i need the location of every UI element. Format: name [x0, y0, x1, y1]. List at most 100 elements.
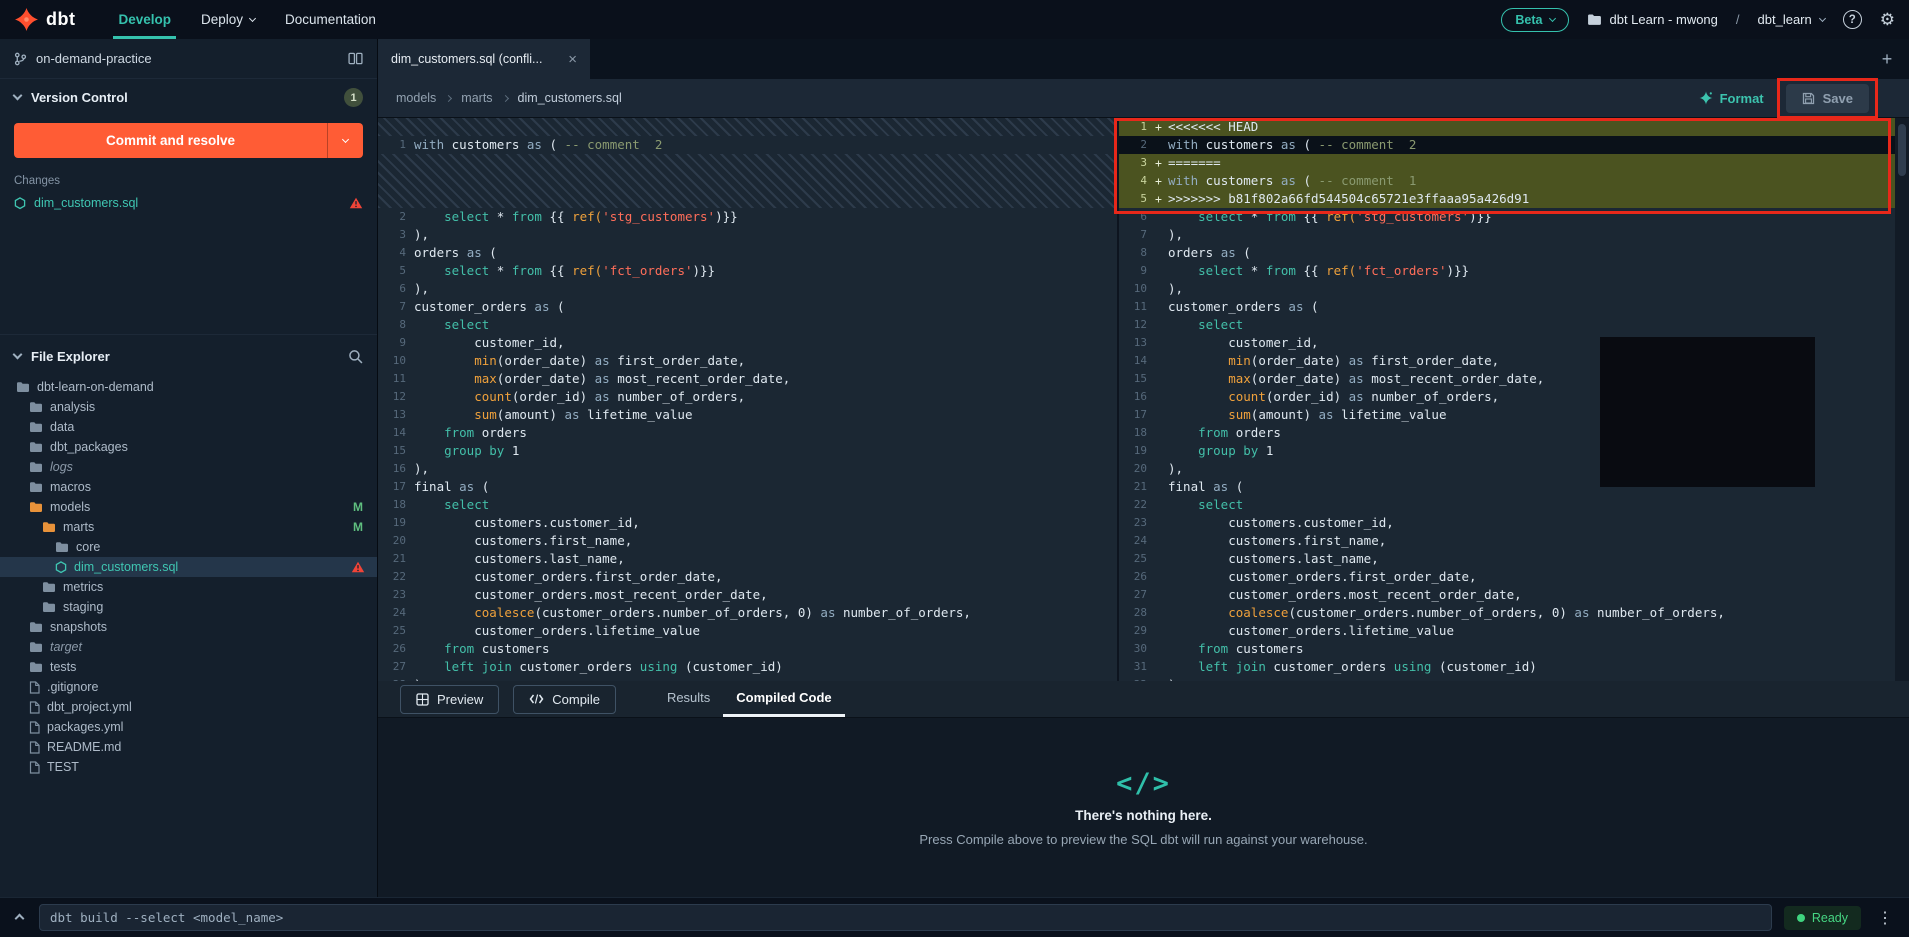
code-line[interactable]: 14 from orders: [378, 424, 1117, 442]
tree-item-logs[interactable]: logs: [0, 457, 377, 477]
tree-item-tests[interactable]: tests: [0, 657, 377, 677]
compile-button[interactable]: Compile: [513, 685, 616, 714]
code-line[interactable]: 27 customer_orders.most_recent_order_dat…: [1119, 586, 1909, 604]
preview-button[interactable]: Preview: [400, 685, 499, 714]
code-line[interactable]: 25 customers.last_name,: [1119, 550, 1909, 568]
breadcrumb-item[interactable]: marts: [461, 91, 492, 105]
tree-item-TEST[interactable]: TEST: [0, 757, 377, 777]
git-branch-selector[interactable]: on-demand-practice: [0, 39, 377, 79]
save-button[interactable]: Save: [1786, 84, 1869, 113]
code-line[interactable]: 24 coalesce(customer_orders.number_of_or…: [378, 604, 1117, 622]
changed-file[interactable]: dim_customers.sql: [0, 192, 377, 214]
code-line[interactable]: 11customer_orders as (: [1119, 298, 1909, 316]
close-icon[interactable]: ×: [568, 51, 577, 68]
code-line[interactable]: 23 customers.customer_id,: [1119, 514, 1909, 532]
search-icon[interactable]: [348, 349, 363, 364]
code-line[interactable]: 26 customer_orders.first_order_date,: [1119, 568, 1909, 586]
code-line[interactable]: 21 customers.last_name,: [378, 550, 1117, 568]
code-line[interactable]: 3),: [378, 226, 1117, 244]
code-line[interactable]: 30 from customers: [1119, 640, 1909, 658]
workspace-selector[interactable]: dbt Learn - mwong: [1587, 12, 1718, 27]
code-line[interactable]: 26 from customers: [378, 640, 1117, 658]
nav-item-deploy[interactable]: Deploy: [186, 0, 270, 39]
code-line[interactable]: 32): [1119, 676, 1909, 681]
code-line[interactable]: 22 customer_orders.first_order_date,: [378, 568, 1117, 586]
project-selector[interactable]: dbt_learn: [1758, 12, 1825, 27]
code-line[interactable]: 4orders as (: [378, 244, 1117, 262]
new-tab-button[interactable]: +: [1865, 39, 1909, 79]
code-line[interactable]: 7),: [1119, 226, 1909, 244]
code-line[interactable]: 27 left join customer_orders using (cust…: [378, 658, 1117, 676]
commit-and-resolve-button[interactable]: Commit and resolve: [14, 123, 363, 158]
kebab-menu-icon[interactable]: ⋮: [1873, 908, 1897, 928]
dbt-logo[interactable]: dbt: [14, 7, 75, 32]
code-line[interactable]: 9 customer_id,: [378, 334, 1117, 352]
editor-pane-current[interactable]: 1with customers as ( -- comment 2 2 selec…: [378, 118, 1119, 681]
tree-item-packages.yml[interactable]: packages.yml: [0, 717, 377, 737]
tree-item-data[interactable]: data: [0, 417, 377, 437]
code-line[interactable]: 18 select: [378, 496, 1117, 514]
code-line[interactable]: 7customer_orders as (: [378, 298, 1117, 316]
tree-item-README.md[interactable]: README.md: [0, 737, 377, 757]
tree-item-staging[interactable]: staging: [0, 597, 377, 617]
docs-book-icon[interactable]: [348, 52, 363, 65]
breadcrumb-item[interactable]: dim_customers.sql: [518, 91, 622, 105]
code-line[interactable]: 4+with customers as ( -- comment 1: [1119, 172, 1909, 190]
code-line[interactable]: 25 customer_orders.lifetime_value: [378, 622, 1117, 640]
tree-item-dbt-learn-on-demand[interactable]: dbt-learn-on-demand: [0, 377, 377, 397]
code-line[interactable]: 2 select * from {{ ref('stg_customers')}…: [378, 208, 1117, 226]
status-badge[interactable]: Ready: [1784, 906, 1861, 930]
tree-item-snapshots[interactable]: snapshots: [0, 617, 377, 637]
command-input[interactable]: [39, 904, 1772, 931]
code-line[interactable]: 3+=======: [1119, 154, 1909, 172]
code-line[interactable]: 5 select * from {{ ref('fct_orders')}}: [378, 262, 1117, 280]
code-line[interactable]: 15 group by 1: [378, 442, 1117, 460]
code-line[interactable]: 29 customer_orders.lifetime_value: [1119, 622, 1909, 640]
tree-item-dbt_packages[interactable]: dbt_packages: [0, 437, 377, 457]
code-line[interactable]: 10),: [1119, 280, 1909, 298]
code-line[interactable]: 12 count(order_id) as number_of_orders,: [378, 388, 1117, 406]
tree-item-macros[interactable]: macros: [0, 477, 377, 497]
tree-item-dbt_project.yml[interactable]: dbt_project.yml: [0, 697, 377, 717]
code-line[interactable]: 6 select * from {{ ref('stg_customers')}…: [1119, 208, 1909, 226]
commit-dropdown[interactable]: [327, 123, 363, 158]
code-line[interactable]: 5+>>>>>>> b81f802a66fd544504c65721e3ffaa…: [1119, 190, 1909, 208]
code-line[interactable]: 8orders as (: [1119, 244, 1909, 262]
help-icon[interactable]: ?: [1843, 10, 1862, 29]
code-line[interactable]: 13 sum(amount) as lifetime_value: [378, 406, 1117, 424]
code-line[interactable]: 23 customer_orders.most_recent_order_dat…: [378, 586, 1117, 604]
format-button[interactable]: Format: [1699, 91, 1764, 106]
editor-scrollbar[interactable]: [1895, 118, 1909, 681]
code-line[interactable]: 10 min(order_date) as first_order_date,: [378, 352, 1117, 370]
code-line[interactable]: 6),: [378, 280, 1117, 298]
code-line[interactable]: 17final as (: [378, 478, 1117, 496]
breadcrumb-item[interactable]: models: [396, 91, 436, 105]
code-editor[interactable]: 1with customers as ( -- comment 2 2 selec…: [378, 118, 1909, 681]
code-line[interactable]: 9 select * from {{ ref('fct_orders')}}: [1119, 262, 1909, 280]
tree-item-target[interactable]: target: [0, 637, 377, 657]
code-line[interactable]: 1with customers as ( -- comment 2: [378, 136, 1117, 154]
code-line[interactable]: 16),: [378, 460, 1117, 478]
code-line[interactable]: 12 select: [1119, 316, 1909, 334]
tree-item-models[interactable]: modelsM: [0, 497, 377, 517]
code-line[interactable]: 19 customers.customer_id,: [378, 514, 1117, 532]
chevron-up-icon[interactable]: [12, 909, 27, 927]
tab-compiled-code[interactable]: Compiled Code: [723, 681, 844, 717]
code-line[interactable]: 11 max(order_date) as most_recent_order_…: [378, 370, 1117, 388]
code-line[interactable]: 24 customers.first_name,: [1119, 532, 1909, 550]
code-line[interactable]: 22 select: [1119, 496, 1909, 514]
tree-item-core[interactable]: core: [0, 537, 377, 557]
nav-item-develop[interactable]: Develop: [103, 0, 186, 39]
code-line[interactable]: 1+<<<<<<< HEAD: [1119, 118, 1909, 136]
code-line[interactable]: 31 left join customer_orders using (cust…: [1119, 658, 1909, 676]
beta-badge[interactable]: Beta: [1501, 8, 1568, 32]
tree-item-analysis[interactable]: analysis: [0, 397, 377, 417]
file-explorer-header[interactable]: File Explorer: [0, 335, 377, 377]
code-line[interactable]: 20 customers.first_name,: [378, 532, 1117, 550]
tree-item-metrics[interactable]: metrics: [0, 577, 377, 597]
tree-item-marts[interactable]: martsM: [0, 517, 377, 537]
code-line[interactable]: 28): [378, 676, 1117, 681]
editor-tab[interactable]: dim_customers.sql (confli... ×: [378, 39, 590, 79]
code-line[interactable]: 2with customers as ( -- comment 2: [1119, 136, 1909, 154]
nav-item-documentation[interactable]: Documentation: [270, 0, 391, 39]
